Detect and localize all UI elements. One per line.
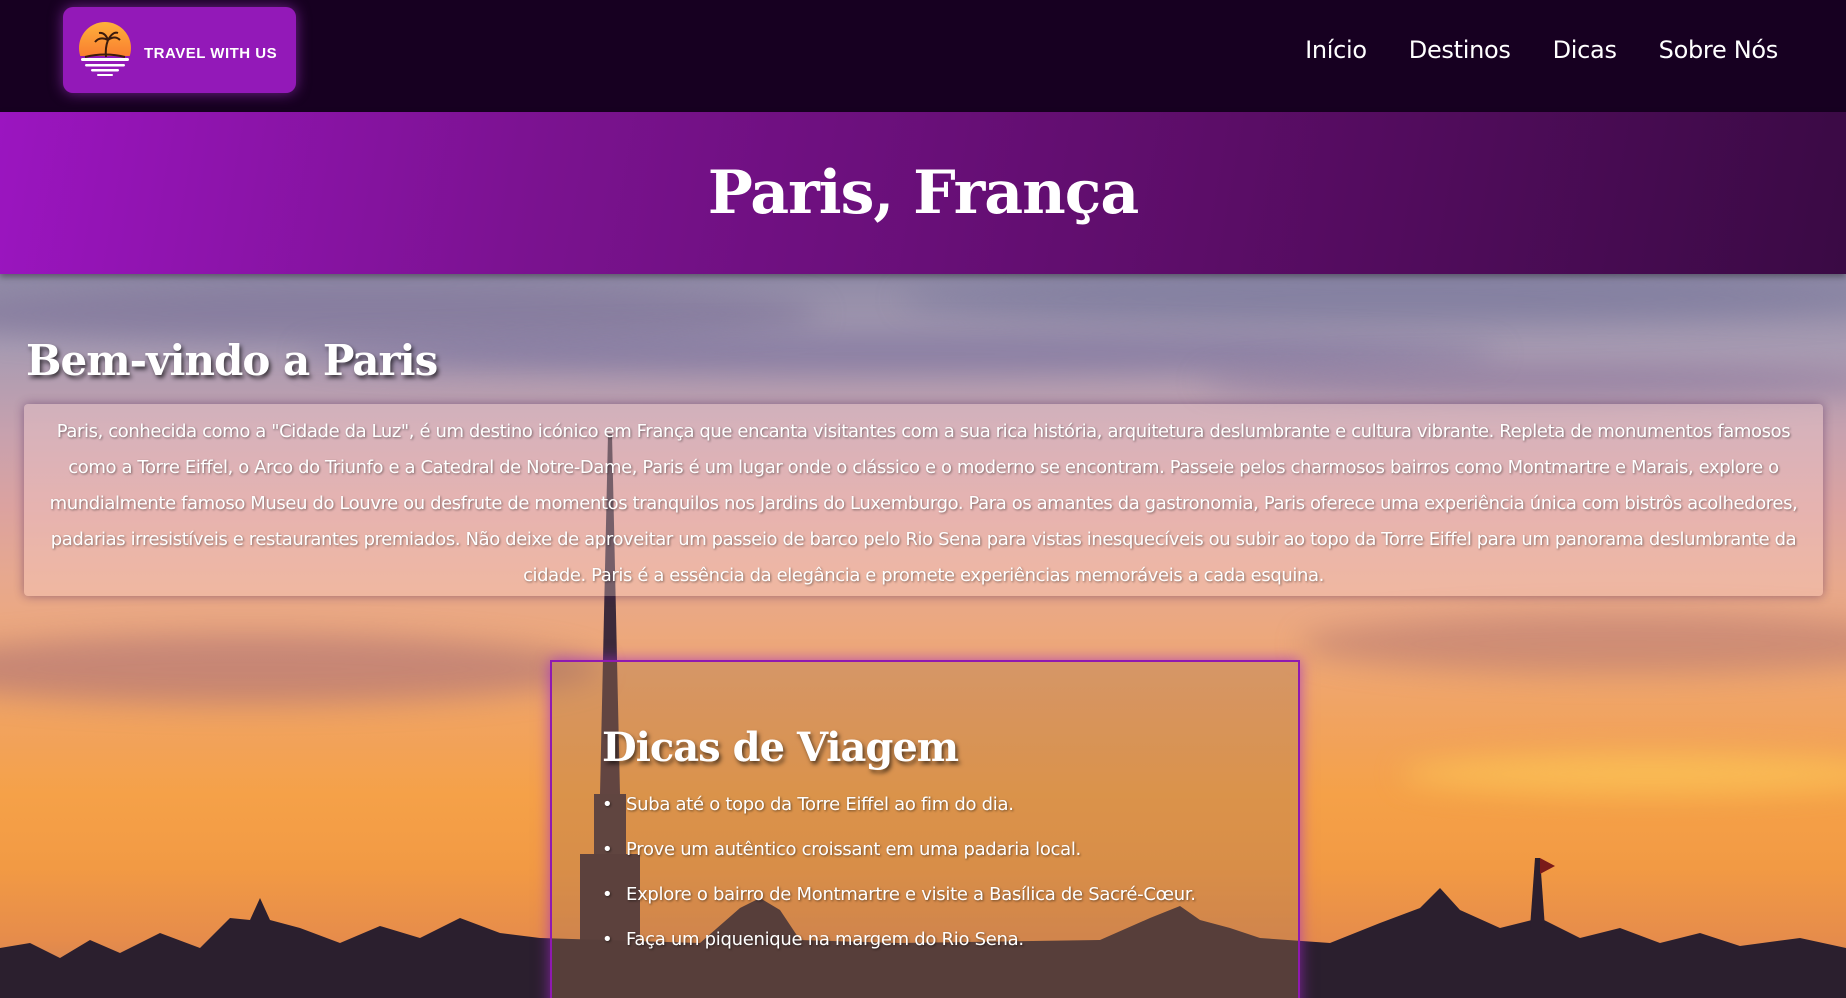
list-item: • Faça um piquenique na margem do Rio Se…	[602, 929, 1196, 974]
list-item: • Suba até o topo da Torre Eiffel ao fim…	[602, 794, 1196, 839]
welcome-panel: Paris, conhecida como a "Cidade da Luz",…	[24, 404, 1823, 596]
logo-text: TRAVEL WITH US	[144, 45, 278, 62]
bullet-dot-icon: •	[602, 794, 613, 815]
bullet-dot-icon: •	[602, 839, 613, 860]
travel-tips-panel: Dicas de Viagem • Suba até o topo da Tor…	[550, 660, 1300, 998]
tip-text: Prove um autêntico croissant em uma pada…	[626, 839, 1081, 860]
tip-text: Suba até o topo da Torre Eiffel ao fim d…	[626, 794, 1014, 815]
navbar: TRAVEL WITH US Início Destinos Dicas Sob…	[0, 0, 1846, 112]
page-title: Paris, França	[707, 158, 1139, 228]
nav-link-sobre-nos[interactable]: Sobre Nós	[1659, 36, 1779, 64]
tips-heading: Dicas de Viagem	[602, 724, 959, 771]
welcome-heading: Bem-vindo a Paris	[26, 336, 438, 385]
tip-text: Faça um piquenique na margem do Rio Sena…	[626, 929, 1024, 950]
tip-text: Explore o bairro de Montmartre e visite …	[626, 884, 1196, 905]
sunset-palm-icon	[77, 22, 133, 82]
nav-link-destinos[interactable]: Destinos	[1409, 36, 1511, 64]
main-nav: Início Destinos Dicas Sobre Nós	[1305, 36, 1778, 64]
list-item: • Explore o bairro de Montmartre e visit…	[602, 884, 1196, 929]
nav-link-inicio[interactable]: Início	[1305, 36, 1367, 64]
hero-banner: Paris, França	[0, 112, 1846, 274]
site-logo[interactable]: TRAVEL WITH US	[63, 7, 296, 93]
welcome-paragraph: Paris, conhecida como a "Cidade da Luz",…	[49, 421, 1798, 586]
nav-link-dicas[interactable]: Dicas	[1553, 36, 1617, 64]
tips-list: • Suba até o topo da Torre Eiffel ao fim…	[602, 794, 1196, 974]
list-item: • Prove um autêntico croissant em uma pa…	[602, 839, 1196, 884]
bullet-dot-icon: •	[602, 884, 613, 905]
bullet-dot-icon: •	[602, 929, 613, 950]
